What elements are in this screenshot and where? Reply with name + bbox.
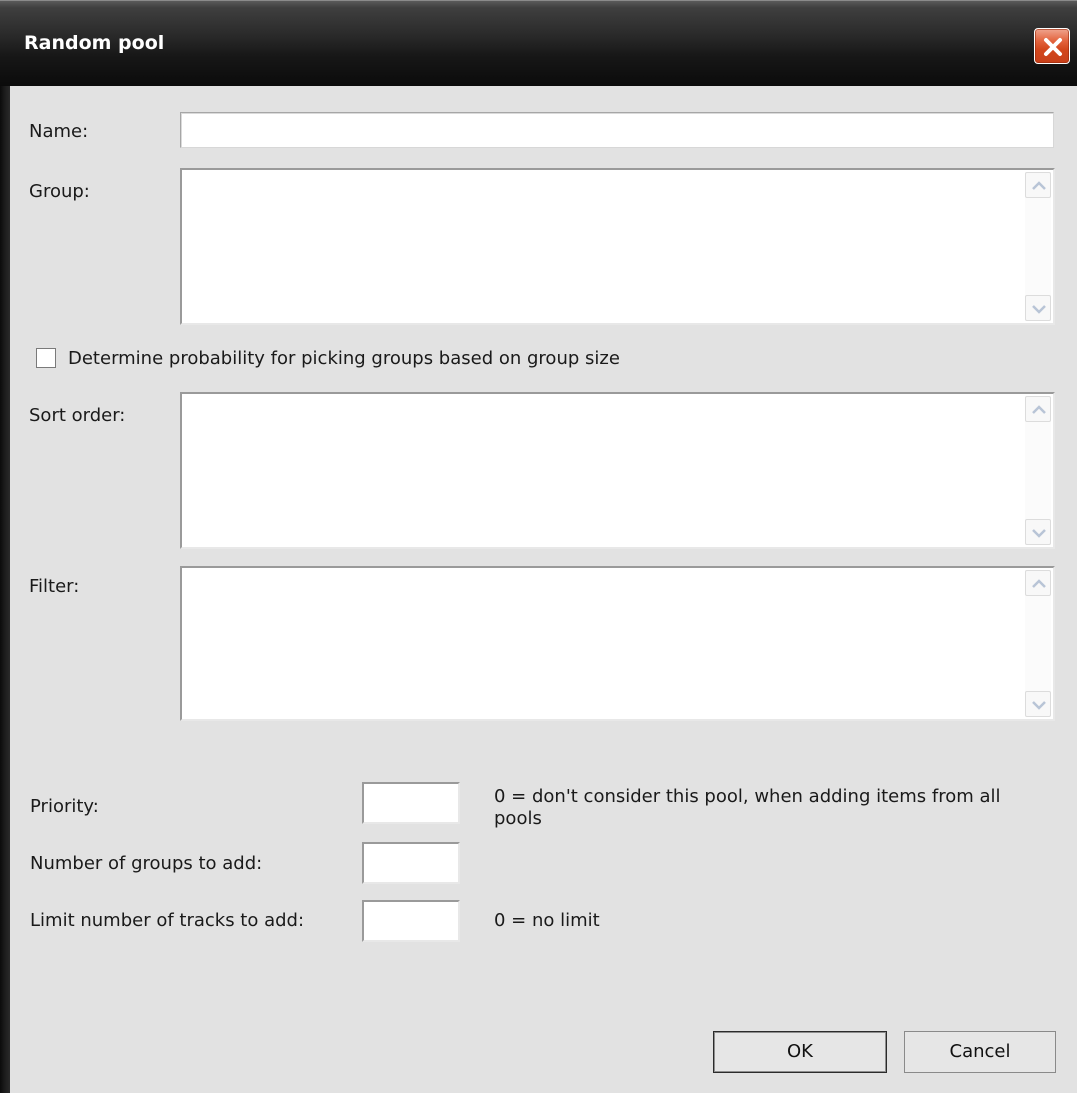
group-label: Group: (29, 181, 90, 202)
priority-hint: 0 = don't consider this pool, when addin… (494, 786, 1001, 829)
limit-tracks-hint: 0 = no limit (494, 910, 600, 931)
random-pool-dialog: Random pool Name: Group: Determine proba… (0, 0, 1077, 1093)
chevron-down-icon (1032, 701, 1046, 710)
groups-to-add-input[interactable] (362, 842, 460, 884)
filter-textarea[interactable] (180, 566, 1055, 721)
filter-scroll-up-button[interactable] (1025, 570, 1051, 596)
filter-scrollbar[interactable] (1025, 570, 1051, 717)
chevron-up-icon (1032, 579, 1046, 588)
limit-tracks-label: Limit number of tracks to add: (30, 910, 305, 931)
filter-scroll-down-button[interactable] (1025, 691, 1051, 717)
close-button[interactable] (1034, 28, 1070, 64)
sort-order-scroll-up-button[interactable] (1025, 396, 1051, 422)
groups-to-add-label: Number of groups to add: (30, 853, 263, 874)
group-scroll-up-button[interactable] (1025, 172, 1051, 198)
close-icon (1044, 38, 1062, 56)
chevron-down-icon (1032, 305, 1046, 314)
chevron-down-icon (1032, 529, 1046, 538)
sort-order-label: Sort order: (29, 405, 126, 426)
priority-label: Priority: (30, 796, 99, 817)
sort-order-textarea[interactable] (180, 392, 1055, 549)
group-textarea[interactable] (180, 168, 1055, 325)
group-scroll-down-button[interactable] (1025, 295, 1051, 321)
limit-tracks-input[interactable] (362, 900, 460, 942)
group-size-checkbox[interactable] (36, 348, 56, 368)
title-bar[interactable]: Random pool (0, 0, 1077, 86)
priority-input[interactable] (362, 782, 460, 824)
chevron-up-icon (1032, 405, 1046, 414)
window-frame (0, 86, 10, 1093)
sort-order-scroll-down-button[interactable] (1025, 519, 1051, 545)
cancel-button[interactable]: Cancel (904, 1031, 1056, 1073)
ok-button[interactable]: OK (713, 1031, 887, 1073)
sort-order-scrollbar[interactable] (1025, 396, 1051, 545)
name-label: Name: (29, 121, 89, 142)
name-input[interactable] (180, 112, 1054, 148)
group-scrollbar[interactable] (1025, 172, 1051, 321)
group-size-checkbox-label[interactable]: Determine probability for picking groups… (68, 348, 620, 370)
filter-label: Filter: (29, 576, 80, 597)
chevron-up-icon (1032, 181, 1046, 190)
window-title: Random pool (24, 32, 165, 54)
